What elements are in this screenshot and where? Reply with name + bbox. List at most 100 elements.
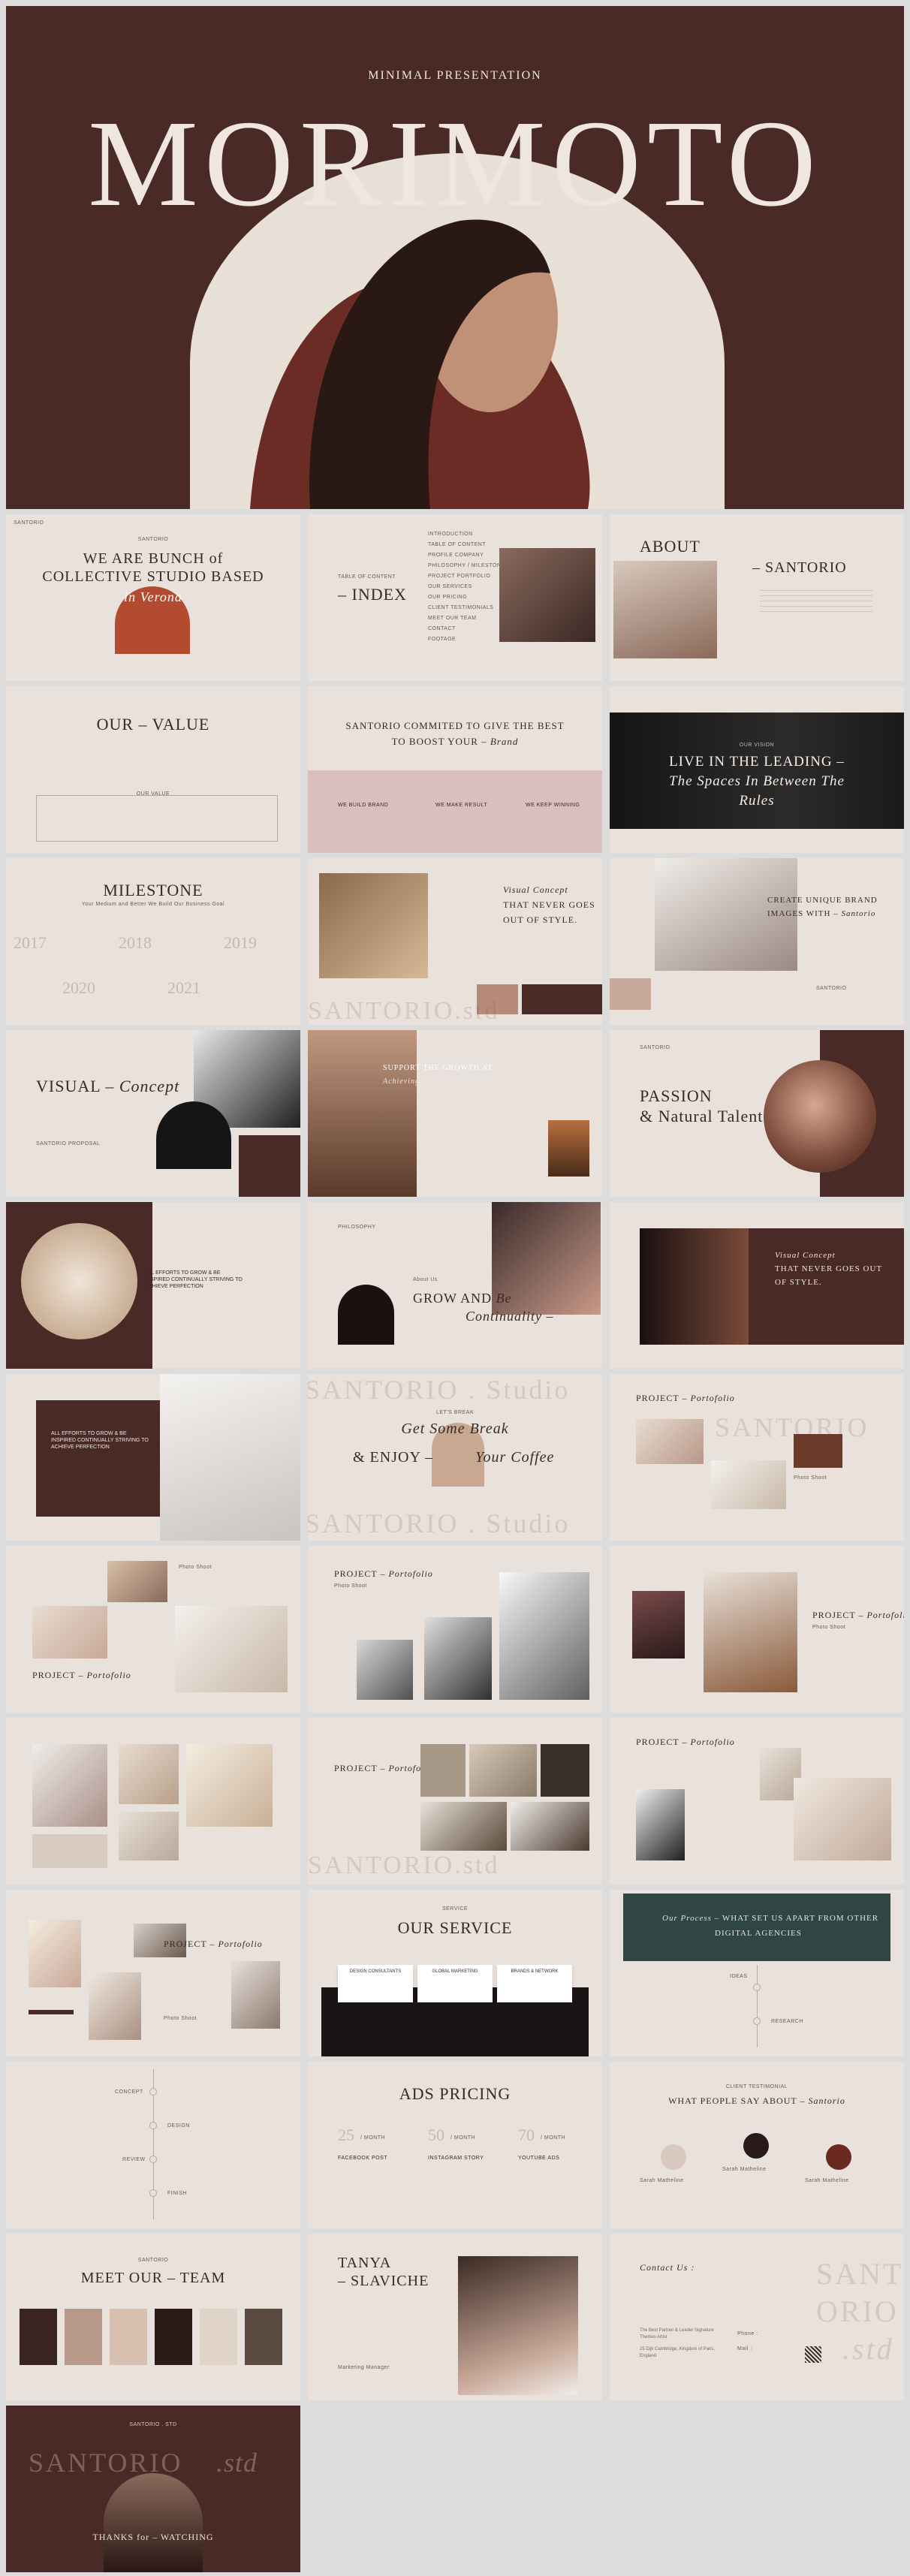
slide-testimonials[interactable]: CLIENT TESTIMONIAL WHAT PEOPLE SAY ABOUT… [610,2062,904,2228]
portfolio-image [711,1460,786,1509]
index-item[interactable]: MEET OUR TEAM [428,613,511,624]
portfolio-image [794,1778,891,1860]
slide-break[interactable]: SANTORIO . Studio SANTORIO . Studio LET'… [308,1374,602,1541]
index-item[interactable]: OUR PRICING [428,592,511,603]
cover-title: MORIMOTO [88,95,822,232]
passion-line2: & Natural Talent [640,1107,764,1125]
portfolio-title: PROJECT – Portofolio [32,1670,131,1680]
commited-col: WE MAKE RESULT [435,803,488,808]
slide-visual-concept-b[interactable]: VISUAL – Concept SANTORIO PROPOSAL [6,1030,300,1197]
slide-portfolio-1[interactable]: PROJECT – Portofolio SANTORIO Photo Shoo… [610,1374,904,1541]
brown-bar [29,2010,74,2014]
service-card[interactable]: DESIGN CONSULTANTS [338,1965,413,2002]
slide-ads-pricing[interactable]: ADS PRICING 25 / MONTH 50 / MONTH 70 / M… [308,2062,602,2228]
service-card[interactable]: GLOBAL MARKETING [417,1965,493,2002]
slide-vision[interactable]: OUR VISION LIVE IN THE LEADING – The Spa… [610,686,904,853]
slide-index[interactable]: TABLE OF CONTENT – INDEX INTRODUCTION TA… [308,514,602,681]
vision-line1: LIVE IN THE LEADING – [669,754,845,770]
portfolio-image [636,1789,685,1860]
index-item[interactable]: INTRODUCTION [428,529,511,540]
slide-process[interactable]: Our Process – WHAT SET US APART FROM OTH… [610,1890,904,2056]
milestone-year: 2017 [14,933,47,952]
process-italic: Our Process – WHAT SET US APART FROM OTH… [662,1914,879,1923]
slide-portfolio-6[interactable]: PROJECT – Portofolio SANTORIO.std [308,1718,602,1885]
member-role: Marketing Manager [338,2365,390,2370]
testimonial-name: Sarah Matheline [805,2178,849,2183]
about-portrait-image [613,561,717,658]
slide-thanks[interactable]: SANTORIO . STD SANTORIO .std THANKS for … [6,2406,300,2572]
glass-image [160,1374,300,1541]
slide-team-member[interactable]: TANYA – SLAVICHE Marketing Manager [308,2234,602,2400]
portfolio-image [175,1606,288,1692]
index-item[interactable]: CONTACT [428,624,511,634]
slide-grow[interactable]: PHILOSOPHY About Us GROW AND Be Continua… [308,1202,602,1369]
commited-col: WE KEEP WINNING [526,803,580,808]
concept-line1: THAT NEVER GOES OUT [775,1264,883,1273]
concept-italic: Visual Concept [503,884,568,895]
commited-line2: TO BOOST YOUR – Brand [391,736,519,747]
portfolio-image [107,1561,167,1602]
pricing-plan: YOUTUBE ADS [518,2156,560,2161]
service-card[interactable]: BRANDS & NETWORK [497,1965,572,2002]
slide-cover[interactable]: MINIMAL PRESENTATION MORIMOTO [6,6,904,509]
timeline-step: REVIEW [122,2157,146,2162]
index-item[interactable]: TABLE OF CONTENT [428,540,511,550]
slide-efforts-a[interactable]: ALL EFFORTS TO GROW & BE INSPIRED CONTIN… [6,1202,300,1369]
portfolio-image [119,1812,179,1860]
team-member-photo [245,2309,282,2365]
contact-phone[interactable]: Phone : [737,2331,758,2336]
index-item[interactable]: PROJECT PORTFOLIO [428,571,511,582]
contact-email[interactable]: Mail : [737,2346,752,2352]
slide-portfolio-5[interactable] [6,1718,300,1885]
process-step: RESEARCH [771,2019,803,2024]
beret-woman-image [308,1030,417,1197]
slide-portfolio-7[interactable]: PROJECT – Portofolio [610,1718,904,1885]
slide-portfolio-4[interactable]: PROJECT – Portofolio Photo Shoot [610,1546,904,1713]
portfolio-caption: Photo Shoot [794,1475,827,1481]
index-item[interactable]: OUR SERVICES [428,582,511,592]
slide-passion[interactable]: SANTORIO PASSION & Natural Talent [610,1030,904,1197]
small-image [548,1120,589,1177]
pricing-unit: / MONTH [541,2135,566,2141]
dark-portrait-image [640,1228,749,1345]
slide-milestone[interactable]: MILESTONE Your Medium and Better We Buil… [6,858,300,1025]
slide-visual-concept-a[interactable]: Visual Concept THAT NEVER GOES OUT OF ST… [308,858,602,1025]
team-title: MEET OUR – TEAM [80,2270,226,2286]
portfolio-image [357,1640,413,1700]
team-member-photo [20,2309,57,2365]
slide-about-collective[interactable]: SANTORIO SANTORIO WE ARE BUNCH of COLLEC… [6,514,300,681]
slide-commited[interactable]: SANTORIO COMMITED TO GIVE THE BEST TO BO… [308,686,602,853]
slide-our-value[interactable]: OUR – VALUE OUR VALUE [6,686,300,853]
index-item[interactable]: PROFILE COMPANY [428,550,511,561]
index-kicker: TABLE OF CONTENT [338,574,396,580]
slide-portfolio-3[interactable]: PROJECT – Portofolio Photo Shoot [308,1546,602,1713]
index-title: – INDEX [338,585,407,604]
portfolio-image [420,1744,466,1797]
passion-kicker: SANTORIO [640,1045,670,1050]
timeline-dot [149,2189,157,2197]
slide-team[interactable]: SANTORIO MEET OUR – TEAM [6,2234,300,2400]
member-portrait-image [458,2256,578,2395]
slide-portfolio-8[interactable]: PROJECT – Portofolio Photo Shoot [6,1890,300,2056]
about-title: ABOUT [640,537,701,556]
slide-timeline[interactable]: CONCEPT DESIGN REVIEW FINISH [6,2062,300,2228]
slide-growth[interactable]: SUPPORT THE GROWTH AT Achieving Business [308,1030,602,1197]
slide-create-brand[interactable]: CREATE UNIQUE BRAND IMAGES WITH – Santor… [610,858,904,1025]
slide-efforts-b[interactable]: ALL EFFORTS TO GROW & BE INSPIRED CONTIN… [6,1374,300,1541]
jewelry-image [21,1223,137,1339]
timeline-dot [149,2156,157,2163]
index-item[interactable]: CLIENT TESTIMONIALS [428,603,511,613]
small-image [610,978,651,1010]
index-item[interactable]: FOOTAGE [428,634,511,645]
slide-portfolio-2[interactable]: Photo Shoot PROJECT – Portofolio [6,1546,300,1713]
portfolio-caption: Photo Shoot [812,1625,846,1630]
slide-about[interactable]: ABOUT – SANTORIO [610,514,904,681]
slide-contact[interactable]: Contact Us : SANT ORIO .std The Best Par… [610,2234,904,2400]
portfolio-image [29,1920,81,1987]
service-kicker: SERVICE [441,1906,469,1912]
slide-our-service[interactable]: SERVICE OUR SERVICE DESIGN CONSULTANTS G… [308,1890,602,2056]
portfolio-image [704,1572,797,1692]
index-item[interactable]: PHILOSOPHY / MILESTONE [428,561,511,571]
slide-visual-concept-c[interactable]: Visual Concept THAT NEVER GOES OUT OF ST… [610,1202,904,1369]
concept-line1: THAT NEVER GOES [503,899,595,910]
